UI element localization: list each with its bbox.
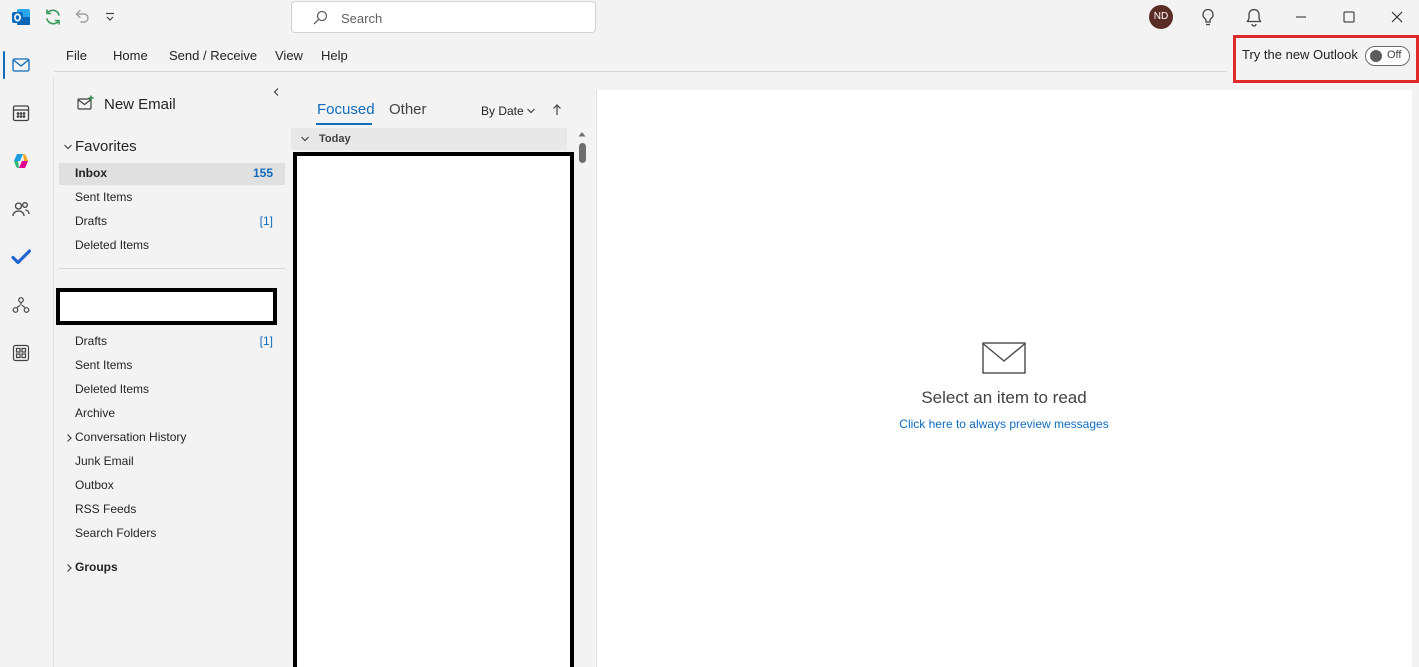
tab-focused[interactable]: Focused <box>317 101 375 118</box>
menu-file[interactable]: File <box>66 48 87 66</box>
people-icon[interactable] <box>11 199 31 219</box>
sort-direction-arrow-icon[interactable] <box>550 103 564 117</box>
menu-home[interactable]: Home <box>113 48 148 66</box>
account-folder-archive[interactable]: Archive <box>75 406 115 420</box>
favorites-header[interactable]: Favorites <box>75 138 137 155</box>
redacted-account-name <box>56 288 277 325</box>
account-folder-search-folders[interactable]: Search Folders <box>75 526 156 540</box>
inbox-unread-count: 155 <box>252 166 273 180</box>
folder-drafts[interactable]: Drafts <box>75 214 107 228</box>
always-preview-link-text[interactable]: Click here to always preview messages <box>899 417 1108 431</box>
account-folder-outbox[interactable]: Outbox <box>75 478 114 492</box>
account-folder-rss-feeds[interactable]: RSS Feeds <box>75 502 136 516</box>
lightbulb-icon[interactable] <box>1198 7 1218 27</box>
collapse-pane-icon[interactable] <box>270 86 282 98</box>
account-folder-deleted-items[interactable]: Deleted Items <box>75 382 149 396</box>
apps-icon[interactable] <box>11 343 31 363</box>
new-email-icon <box>76 94 96 114</box>
try-new-outlook-label: Try the new Outlook <box>1242 47 1358 62</box>
folder-divider <box>59 268 285 269</box>
account-folder-conversation-history[interactable]: Conversation History <box>75 430 186 444</box>
account-folder-junk-email[interactable]: Junk Email <box>75 454 134 468</box>
menu-help[interactable]: Help <box>321 48 348 66</box>
copilot-icon[interactable] <box>11 151 31 171</box>
close-icon[interactable] <box>1390 10 1404 24</box>
sort-by-button[interactable]: By Date <box>481 104 524 118</box>
toggle-state-label: Off <box>1387 49 1402 61</box>
reading-pane <box>596 90 1412 667</box>
try-new-outlook-toggle[interactable]: Off <box>1365 46 1410 66</box>
account-folder-sent-items[interactable]: Sent Items <box>75 358 132 372</box>
maximize-icon[interactable] <box>1342 10 1356 24</box>
avatar[interactable]: ND <box>1149 5 1173 29</box>
ribbon-divider <box>54 71 1227 72</box>
search-icon <box>311 9 329 27</box>
today-chevron-icon[interactable] <box>299 133 311 145</box>
folder-sent-items[interactable]: Sent Items <box>75 190 132 204</box>
always-preview-link[interactable]: Click here to always preview messages <box>596 417 1412 431</box>
reading-pane-empty-title: Select an item to read <box>921 388 1087 407</box>
outlook-logo-icon <box>11 7 31 27</box>
undo-icon[interactable] <box>73 7 91 25</box>
toggle-knob <box>1370 50 1382 62</box>
rail-active-indicator <box>3 51 5 79</box>
customize-toolbar-icon[interactable] <box>104 11 116 23</box>
menu-send-receive[interactable]: Send / Receive <box>169 48 257 66</box>
scroll-up-arrow-icon[interactable] <box>577 129 587 139</box>
sync-icon[interactable] <box>43 7 63 27</box>
scroll-thumb[interactable] <box>579 143 586 163</box>
favorites-chevron-icon[interactable] <box>62 141 74 153</box>
message-list-scrollbar[interactable] <box>576 128 589 667</box>
account-folder-drafts[interactable]: Drafts <box>75 334 107 348</box>
drafts-count: [1] <box>259 214 273 228</box>
folder-deleted-items[interactable]: Deleted Items <box>75 238 149 252</box>
new-email-button[interactable]: New Email <box>104 96 176 113</box>
redacted-message-list <box>293 152 574 667</box>
mail-icon[interactable] <box>11 55 31 75</box>
tab-other[interactable]: Other <box>389 101 427 118</box>
envelope-icon <box>982 342 1026 374</box>
account-drafts-count: [1] <box>259 334 273 348</box>
conversation-history-chevron-icon[interactable] <box>64 432 74 444</box>
search-box[interactable]: Search <box>291 1 596 33</box>
folder-inbox[interactable]: Inbox <box>75 166 107 180</box>
groups-header[interactable]: Groups <box>75 560 118 574</box>
menu-view[interactable]: View <box>275 48 303 66</box>
tab-focused-underline <box>316 123 372 125</box>
search-placeholder: Search <box>341 11 383 26</box>
org-explorer-icon[interactable] <box>11 295 31 315</box>
bell-icon[interactable] <box>1244 7 1264 27</box>
todo-icon[interactable] <box>11 247 31 267</box>
sort-chevron-icon[interactable] <box>525 105 537 117</box>
calendar-icon[interactable] <box>11 103 31 123</box>
minimize-icon[interactable] <box>1294 10 1308 24</box>
group-header-today-label: Today <box>319 133 351 145</box>
groups-chevron-icon[interactable] <box>64 562 74 574</box>
